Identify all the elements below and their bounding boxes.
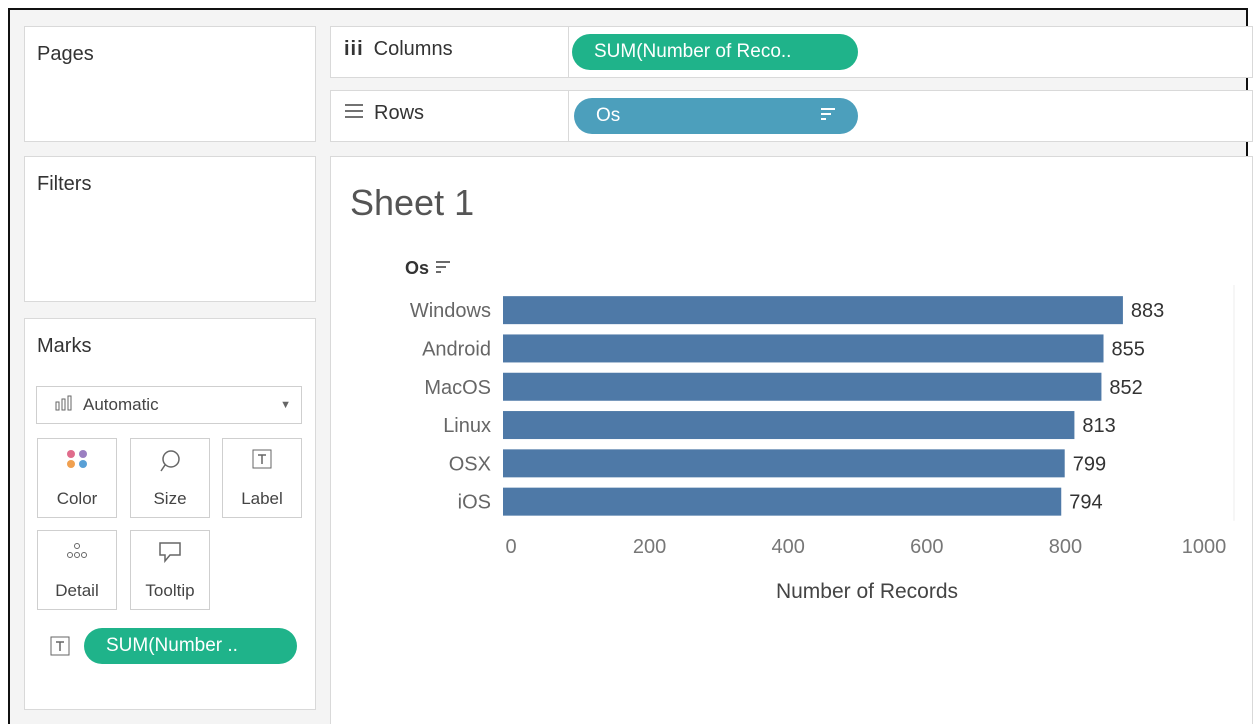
filters-shelf[interactable]: Filters	[24, 156, 316, 302]
rows-label-group: Rows	[344, 102, 424, 125]
text-box-icon	[252, 449, 272, 474]
size-button[interactable]: Size	[130, 438, 210, 518]
rows-field-text: Os	[596, 105, 621, 126]
text-box-icon	[50, 636, 70, 661]
rows-field-pill[interactable]: Os	[574, 98, 858, 134]
filters-title: Filters	[37, 173, 92, 195]
pages-title: Pages	[37, 43, 94, 65]
detail-label: Detail	[55, 581, 99, 600]
sheet-title: Sheet 1	[350, 182, 475, 223]
columns-icon: iii	[344, 38, 364, 60]
sort-descending-icon[interactable]	[435, 258, 451, 279]
size-lasso-icon	[158, 449, 182, 478]
row-header-label: Os	[405, 258, 430, 278]
speech-bubble-icon	[158, 541, 182, 568]
pages-shelf[interactable]: Pages	[24, 26, 316, 142]
color-label: Color	[56, 489, 98, 508]
bar-chart-icon	[55, 395, 73, 416]
columns-label: Columns	[373, 38, 453, 60]
marks-title: Marks	[37, 335, 92, 357]
tooltip-label: Tooltip	[145, 581, 195, 600]
row-header[interactable]: Os	[405, 258, 451, 279]
sheet-view	[330, 156, 1253, 724]
chevron-down-icon[interactable]: ▼	[280, 399, 291, 411]
columns-field-text: SUM(Number of Reco..	[594, 41, 792, 62]
detail-button[interactable]: Detail	[37, 530, 117, 610]
mark-type-value: Automatic	[83, 395, 159, 414]
sort-descending-icon[interactable]	[820, 105, 836, 127]
columns-label-group: iii Columns	[344, 38, 453, 61]
mark-type-dropdown[interactable]: Automatic ▼	[36, 386, 302, 424]
detail-dots-icon	[65, 541, 89, 566]
color-button[interactable]: Color	[37, 438, 117, 518]
label-label: Label	[241, 489, 283, 508]
color-dots-icon	[65, 449, 89, 474]
tooltip-button[interactable]: Tooltip	[130, 530, 210, 610]
label-field-pill[interactable]: SUM(Number ..	[84, 628, 297, 664]
rows-list-icon	[344, 102, 364, 125]
size-label: Size	[153, 489, 187, 508]
label-field-text: SUM(Number ..	[106, 635, 238, 656]
label-button[interactable]: Label	[222, 438, 302, 518]
columns-field-pill[interactable]: SUM(Number of Reco..	[572, 34, 858, 70]
rows-label: Rows	[374, 102, 425, 124]
